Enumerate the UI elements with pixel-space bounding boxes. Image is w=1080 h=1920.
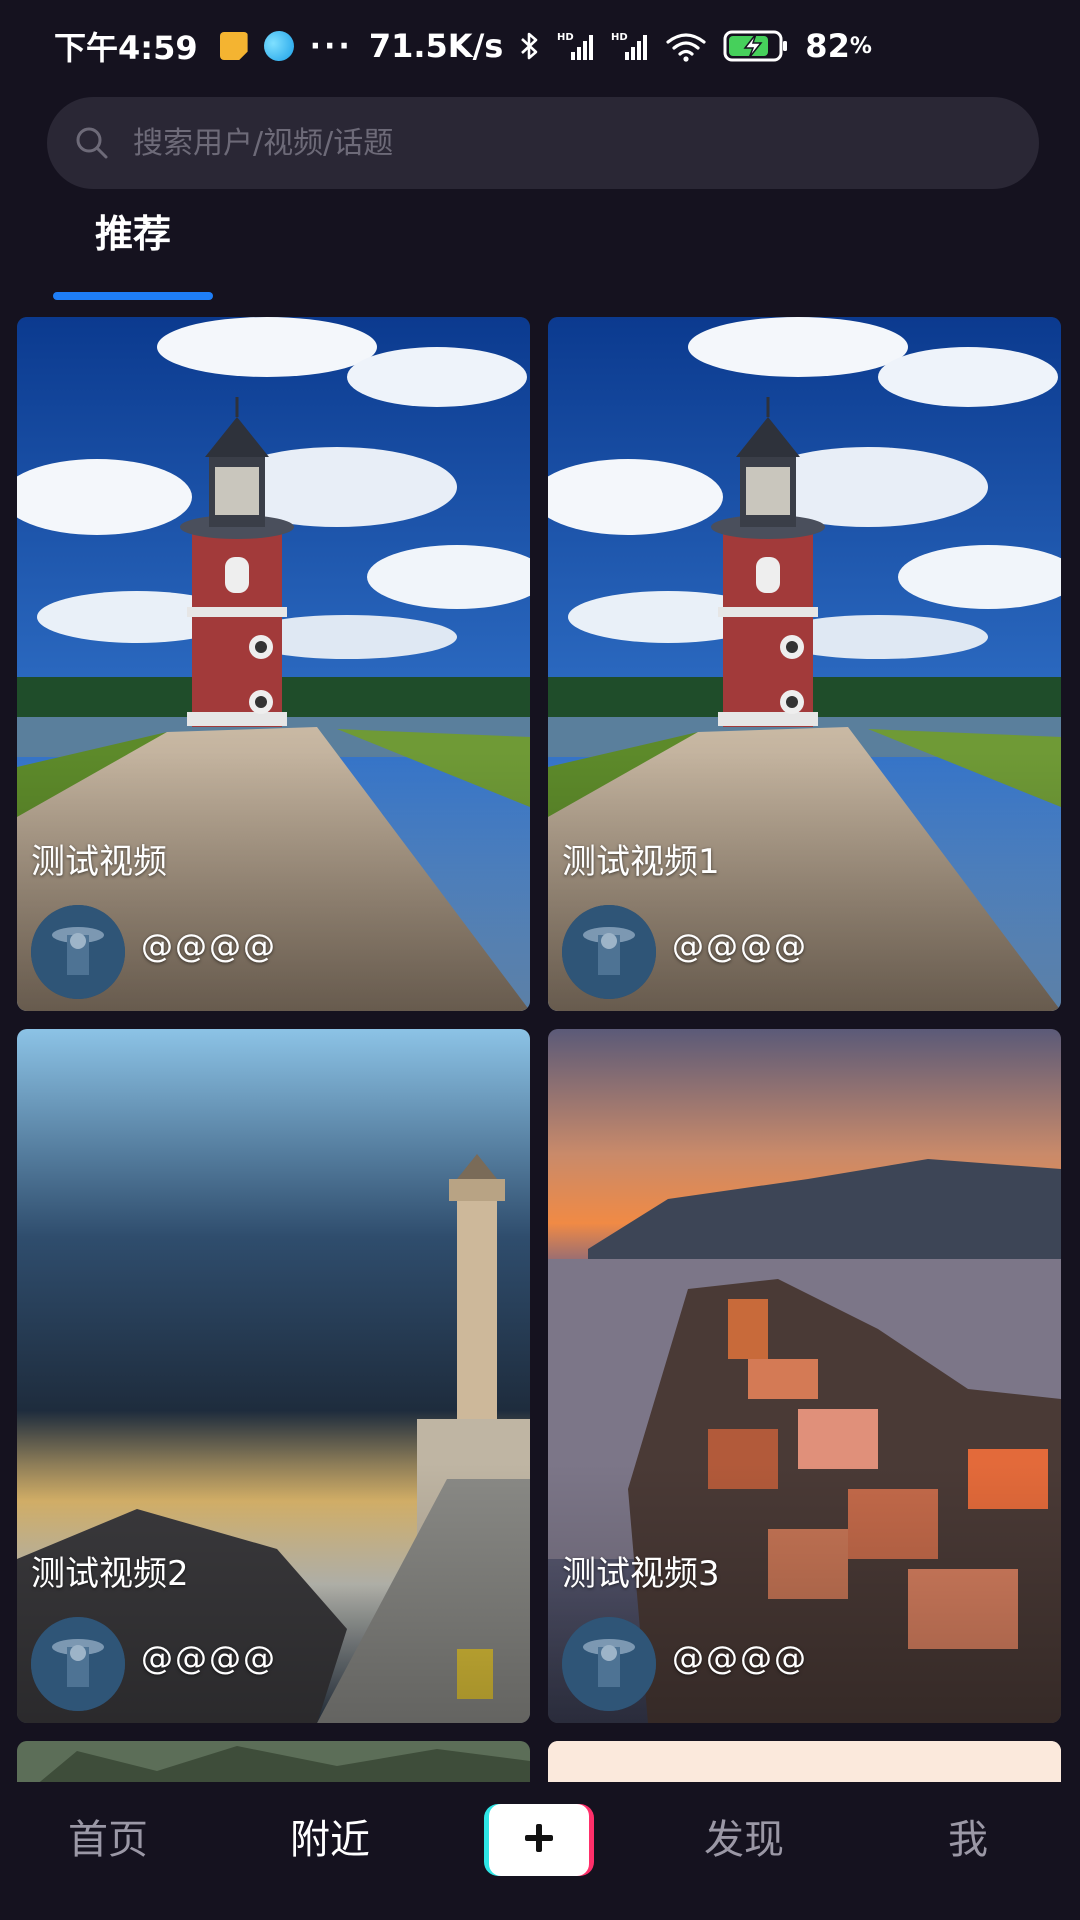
tab-active-indicator xyxy=(53,292,213,300)
battery-percent: 82% xyxy=(805,27,872,65)
app-bubble-icon xyxy=(259,26,298,66)
video-card[interactable]: 测试视频2 @@@@ xyxy=(17,1029,530,1723)
nav-home[interactable]: 首页 xyxy=(68,1810,148,1870)
video-card[interactable]: 测试视频1 @@@@ xyxy=(548,317,1061,1011)
video-username[interactable]: @@@@ xyxy=(672,927,808,965)
wifi-icon xyxy=(665,30,707,62)
hd-signal-icon: HD xyxy=(557,30,595,62)
note-icon xyxy=(219,32,248,60)
add-video-button[interactable] xyxy=(484,1804,594,1876)
more-notifications-icon: ··· xyxy=(309,28,353,64)
video-grid: 测试视频 @@@@ 测试视频1 @@@@ 测试视频2 @@@@ 测试视频3 @@… xyxy=(0,317,1080,1782)
video-title: 测试视频 xyxy=(31,842,167,882)
avatar[interactable] xyxy=(562,1617,656,1711)
tab-recommended[interactable]: 推荐 xyxy=(53,200,213,300)
search-icon xyxy=(75,126,109,160)
video-card[interactable]: 测试视频 @@@@ xyxy=(17,317,530,1011)
video-username[interactable]: @@@@ xyxy=(141,1639,277,1677)
video-username[interactable]: @@@@ xyxy=(141,927,277,965)
plus-icon xyxy=(522,1821,556,1859)
nav-nearby[interactable]: 附近 xyxy=(290,1810,370,1870)
nav-discover[interactable]: 发现 xyxy=(704,1810,784,1870)
search-bar[interactable] xyxy=(47,97,1039,189)
search-input[interactable] xyxy=(131,124,1039,162)
video-title: 测试视频1 xyxy=(562,842,720,882)
svg-text:HD: HD xyxy=(557,32,574,43)
video-title: 测试视频3 xyxy=(562,1554,720,1594)
video-thumbnail-partial xyxy=(17,1741,530,1782)
bottom-nav: 首页 附近 发现 我 xyxy=(0,1782,1080,1920)
svg-text:HD: HD xyxy=(611,32,628,43)
nav-me[interactable]: 我 xyxy=(948,1810,988,1870)
status-time: 下午4:59 xyxy=(54,29,198,67)
video-title: 测试视频2 xyxy=(31,1554,189,1594)
video-username[interactable]: @@@@ xyxy=(672,1639,808,1677)
video-thumbnail-partial xyxy=(548,1741,1061,1782)
video-card-partial[interactable] xyxy=(17,1741,530,1782)
status-bar: 下午4:59 ··· 71.5K/s HD HD 82 % xyxy=(0,0,1080,92)
battery-charging-icon xyxy=(723,29,789,63)
bluetooth-icon xyxy=(519,30,541,62)
tab-recommended-label: 推荐 xyxy=(94,212,171,256)
video-card[interactable]: 测试视频3 @@@@ xyxy=(548,1029,1061,1723)
avatar[interactable] xyxy=(31,905,125,999)
network-speed: 71.5K/s xyxy=(368,27,504,65)
avatar[interactable] xyxy=(31,1617,125,1711)
video-card-partial[interactable] xyxy=(548,1741,1061,1782)
avatar[interactable] xyxy=(562,905,656,999)
tab-bar: 推荐 xyxy=(0,200,1080,300)
hd-signal-icon-2: HD xyxy=(611,30,649,62)
